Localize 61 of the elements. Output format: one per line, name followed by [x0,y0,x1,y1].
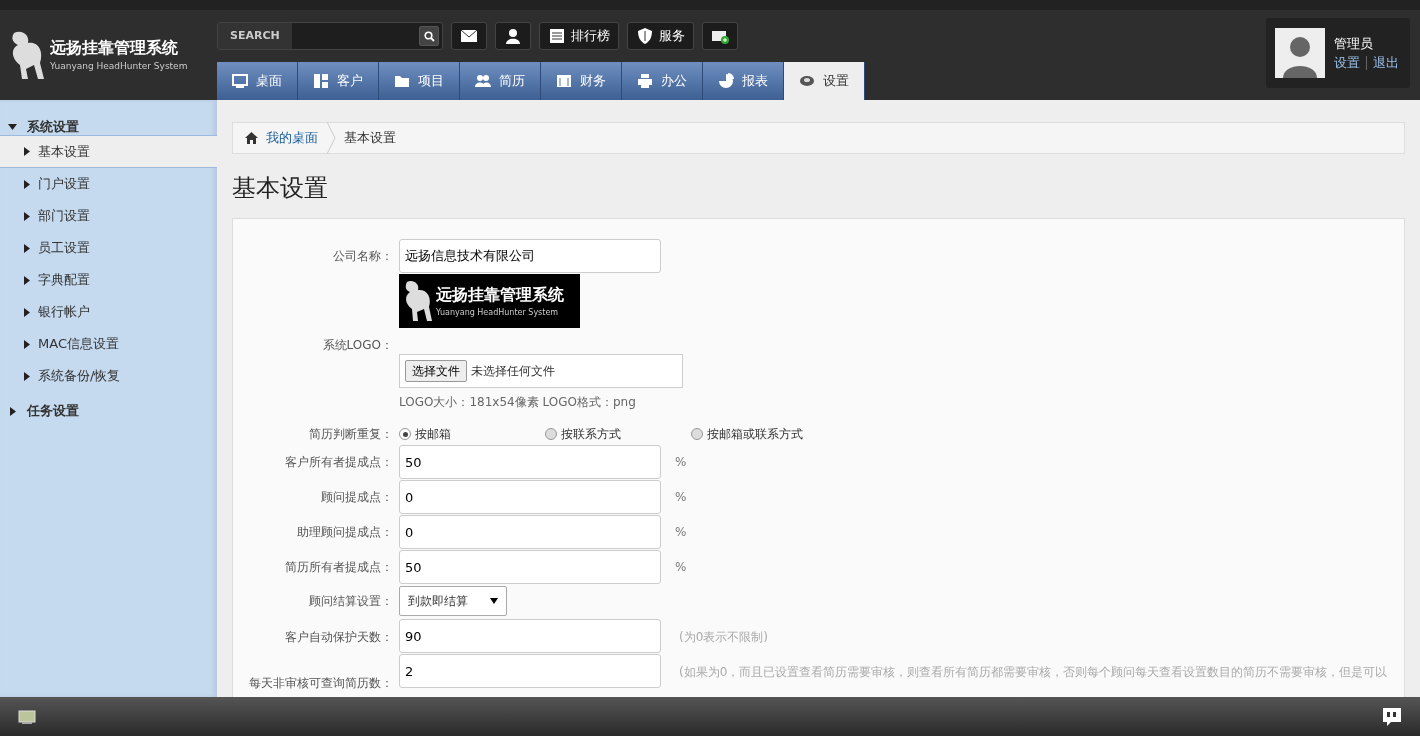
field-label: 顾问提成点： [320,489,393,506]
field-label: 简历所有者提成点： [284,559,393,576]
nav-tab[interactable]: 客户 [298,62,379,100]
radio-option[interactable]: 按联系方式 [545,425,685,443]
radio-option[interactable]: 按邮箱 [399,425,539,443]
field-label: 助理顾问提成点： [296,524,393,541]
nav-tab[interactable]: 办公 [622,62,703,100]
unit-label: % [675,559,687,576]
field-label: 系统LOGO： [321,337,393,354]
nav-tab[interactable]: 设置 [784,62,865,100]
brand-subtitle: Yuanyang HeadHunter System [50,60,188,74]
hint-text: (为0表示不限制) [679,629,768,646]
logo-subtitle: Yuanyang HeadHunter System [436,307,560,319]
input-field[interactable]: 0 [399,480,661,514]
input-field[interactable]: 远扬信息技术有限公司 [399,239,661,273]
brand-title: 远扬挂靠管理系统 [50,37,179,60]
choose-file-button[interactable]: 选择文件 [405,360,467,382]
sidebar-item[interactable]: 门户设置 [0,168,217,200]
unit-label: % [675,489,687,506]
input-field[interactable]: 90 [399,619,661,653]
field-label: 简历判断重复： [308,426,393,443]
unit-label: % [675,454,687,471]
sidebar-item[interactable]: MAC信息设置 [0,328,217,360]
file-input[interactable]: 选择文件 未选择任何文件 [399,354,683,388]
hint-text: (如果为0，而且已设置查看简历需要审核，则查看所有简历都需要审核，否则每个顾问每天查看设置数目的简历不需要审核，但是可以 [679,664,1388,681]
input-field[interactable]: 50 [399,445,661,479]
search-field[interactable]: SEARCH [217,22,443,50]
nav-tab[interactable]: 桌面 [217,62,298,100]
sidebar-item[interactable]: 系统备份/恢复 [0,360,217,392]
file-status: 未选择任何文件 [471,363,555,380]
sidebar-item[interactable]: 字典配置 [0,264,217,296]
input-field[interactable]: 50 [399,550,661,584]
brand-logo[interactable]: 远扬挂靠管理系统 Yuanyang HeadHunter System [0,10,217,100]
field-label: 客户自动保护天数： [284,629,393,646]
field-label: 公司名称： [332,248,393,265]
input-field[interactable]: 2 [399,654,661,688]
user-link[interactable]: 设置 [1334,53,1360,73]
field-label: 客户所有者提成点： [284,454,393,471]
sidebar-item[interactable]: 员工设置 [0,232,217,264]
field-label: 顾问结算设置： [308,593,393,610]
sidebar-item[interactable]: 基本设置 [0,136,217,168]
radio-option[interactable]: 按邮箱或联系方式 [691,425,831,443]
breadcrumb-current: 基本设置 [344,129,396,148]
field-label: 每天非审核可查询简历数： [248,675,393,692]
toolbar-button[interactable]: 排行榜 [539,22,619,50]
nav-tab[interactable]: 项目 [379,62,460,100]
user-name: 管理员 [1334,34,1374,53]
sidebar-group[interactable]: 任务设置 [0,402,217,420]
nav-tab[interactable]: 财务 [541,62,622,100]
toolbar-button[interactable]: 服务 [627,22,694,50]
input-field[interactable]: 0 [399,515,661,549]
sidebar-item[interactable]: 部门设置 [0,200,217,232]
select-field[interactable]: 到款即结算 [399,586,507,616]
nav-tab[interactable]: 简历 [460,62,541,100]
unit-label: % [675,524,687,541]
breadcrumb-link[interactable]: 我的桌面 [266,128,318,148]
hint-text: LOGO大小：181x54像素 LOGO格式：png [399,394,637,411]
sidebar-item[interactable]: 银行帐户 [0,296,217,328]
logo-title: 远扬挂靠管理系统 [436,284,564,306]
page-title: 基本设置 [232,173,329,204]
user-link[interactable]: 退出 [1373,53,1399,73]
